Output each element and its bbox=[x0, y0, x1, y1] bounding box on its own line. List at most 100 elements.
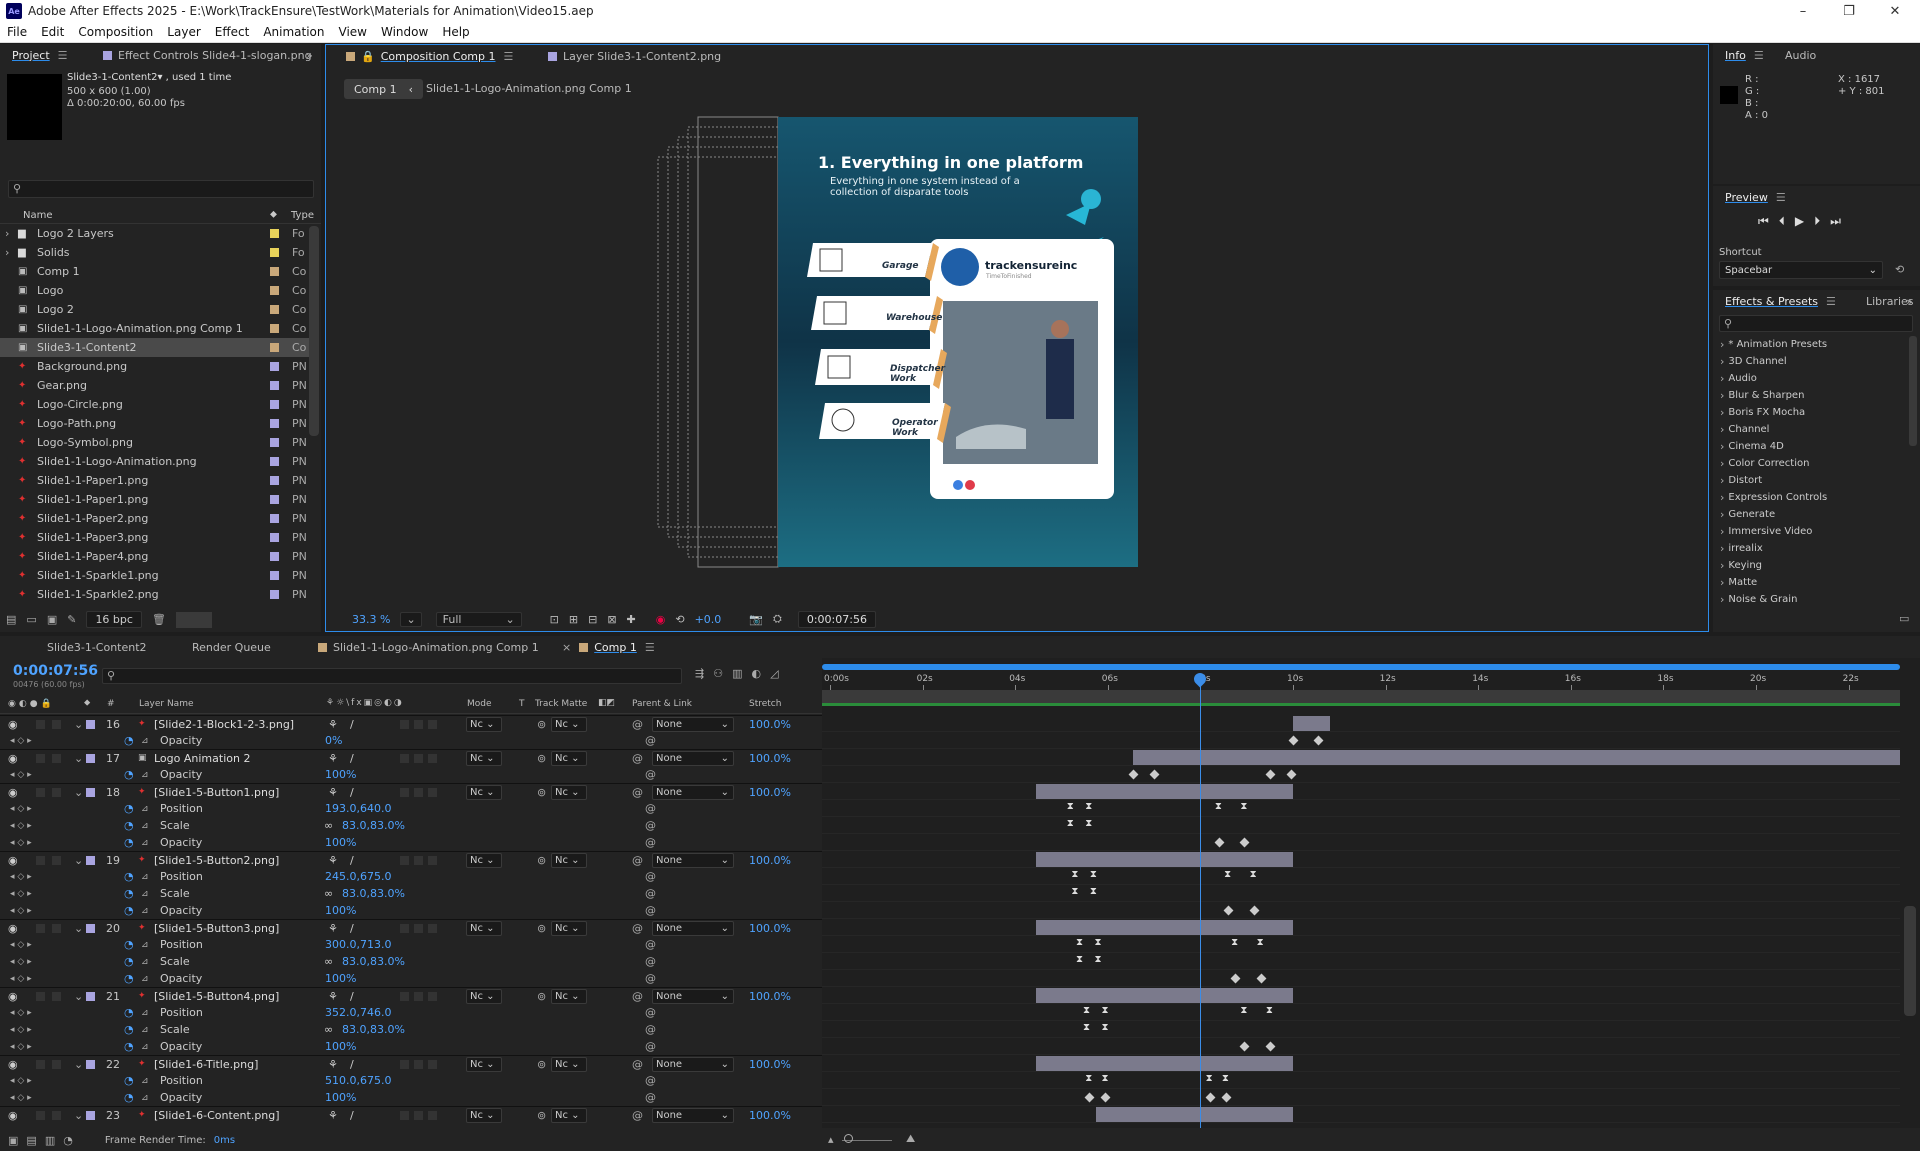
keyframe-nav-icon[interactable]: ◂ ◇ ▸ bbox=[10, 889, 32, 899]
keyframe-easy-ease[interactable]: ⧗ bbox=[1085, 801, 1092, 812]
render-icon[interactable]: ▣ bbox=[8, 1134, 18, 1147]
lock-box[interactable] bbox=[52, 787, 61, 797]
keyframe-easy-ease[interactable]: ⧗ bbox=[1071, 886, 1078, 897]
project-item[interactable]: ▣ Logo Co bbox=[0, 281, 309, 300]
expression-pickwhip-icon[interactable]: @ bbox=[645, 938, 656, 951]
tab-effect-controls[interactable]: Effect Controls Slide4-1-slogan.png bbox=[103, 44, 312, 66]
layer-duration-bar[interactable] bbox=[1293, 716, 1331, 731]
switch-box[interactable] bbox=[400, 855, 409, 865]
switch-box[interactable] bbox=[400, 991, 409, 1001]
pickwhip-icon[interactable]: @ bbox=[632, 786, 643, 799]
eye-icon[interactable]: ◉ bbox=[8, 718, 18, 731]
keyframe-easy-ease[interactable]: ⧗ bbox=[1067, 818, 1074, 829]
comp-flowchart-icon[interactable]: ⇶ bbox=[695, 667, 704, 680]
solo-box[interactable] bbox=[36, 991, 45, 1001]
keyframe-nav-icon[interactable]: ◂ ◇ ▸ bbox=[10, 974, 32, 984]
expression-pickwhip-icon[interactable]: @ bbox=[645, 972, 656, 985]
keyframe-diamond[interactable] bbox=[1230, 973, 1241, 984]
effect-category[interactable]: › Keying bbox=[1717, 557, 1762, 574]
switch-box[interactable] bbox=[428, 787, 437, 797]
keyframe-nav-icon[interactable]: ◂ ◇ ▸ bbox=[10, 906, 32, 916]
switch-box[interactable] bbox=[428, 1110, 437, 1120]
effect-category[interactable]: › Cinema 4D bbox=[1717, 438, 1784, 455]
keyframe-easy-ease[interactable]: ⧗ bbox=[1076, 937, 1083, 948]
solo-box[interactable] bbox=[36, 1059, 45, 1069]
stopwatch-icon[interactable]: ◔ bbox=[124, 904, 134, 917]
keyframe-easy-ease[interactable]: ⧗ bbox=[1101, 1022, 1108, 1033]
time-graph[interactable]: 0:00s02s04s06s08s10s12s14s16s18s20s22s ⧗… bbox=[822, 658, 1920, 1128]
keyframe-diamond[interactable] bbox=[1249, 905, 1260, 916]
motion-blur-icon[interactable]: ◐ bbox=[752, 667, 762, 680]
keyframe-diamond[interactable] bbox=[1128, 769, 1139, 780]
keyframe-nav-icon[interactable]: ◂ ◇ ▸ bbox=[10, 1042, 32, 1052]
property-row[interactable]: ◂ ◇ ▸ ◔ ⊿ Scale ∞ 83.0,83.0% @ bbox=[0, 953, 822, 970]
toggle-switches-icon[interactable]: ▤ bbox=[26, 1134, 36, 1147]
stretch-value[interactable]: 100.0% bbox=[749, 752, 791, 765]
property-value[interactable]: 300.0,713.0 bbox=[325, 938, 391, 951]
transparency-grid-icon[interactable]: ⊞ bbox=[569, 613, 578, 626]
zoom-out-icon[interactable]: ▴ bbox=[828, 1133, 834, 1146]
effect-category[interactable]: › Noise & Grain bbox=[1717, 591, 1797, 606]
timeline-tab[interactable]: Slide1-1-Logo-Animation.png Comp 1 bbox=[318, 636, 539, 658]
switch-box[interactable] bbox=[414, 923, 423, 933]
stopwatch-icon[interactable]: ◔ bbox=[124, 870, 134, 883]
label-swatch[interactable] bbox=[270, 552, 279, 561]
label-swatch[interactable] bbox=[86, 754, 95, 763]
first-frame-icon[interactable]: ⏮ bbox=[1758, 214, 1769, 229]
effect-category[interactable]: › Audio bbox=[1717, 370, 1757, 387]
layer-duration-bar[interactable] bbox=[1036, 1056, 1293, 1071]
effect-category[interactable]: › Expression Controls bbox=[1717, 489, 1827, 506]
label-swatch[interactable] bbox=[86, 788, 95, 797]
expand-icon[interactable]: › bbox=[1720, 406, 1724, 419]
pickwhip-icon[interactable]: @ bbox=[632, 922, 643, 935]
switch-box[interactable] bbox=[428, 855, 437, 865]
tab-info[interactable]: Info ☰ bbox=[1725, 44, 1764, 66]
pickwhip-icon[interactable]: @ bbox=[632, 718, 643, 731]
next-frame-icon[interactable]: ⏵ bbox=[1814, 214, 1820, 229]
mask-icon[interactable]: ⊟ bbox=[588, 613, 597, 626]
label-swatch[interactable] bbox=[270, 248, 279, 257]
guides-icon[interactable]: ⊠ bbox=[607, 613, 616, 626]
keyframe-diamond[interactable] bbox=[1084, 1092, 1095, 1103]
collapse-icon[interactable]: ⌄ bbox=[74, 854, 83, 867]
parent-dropdown[interactable]: None ⌄ bbox=[652, 853, 734, 868]
switch-box[interactable] bbox=[414, 787, 423, 797]
layer-row[interactable]: ◉ ⌄ 19 ✦ [Slide1-5-Button2.png] ⚘ / Nc ⌄ ⊚ Nc ⌄ @ N… bbox=[0, 851, 822, 868]
solo-box[interactable] bbox=[36, 855, 45, 865]
graph-icon[interactable]: ⊿ bbox=[141, 872, 149, 882]
timeline-tab[interactable]: × Comp 1 ☰ bbox=[562, 636, 655, 658]
keyframe-nav-icon[interactable]: ◂ ◇ ▸ bbox=[10, 940, 32, 950]
switch-box[interactable] bbox=[414, 753, 423, 763]
graph-icon[interactable]: ⊿ bbox=[141, 974, 149, 984]
menu-animation[interactable]: Animation bbox=[256, 25, 331, 39]
keyframe-nav-icon[interactable]: ◂ ◇ ▸ bbox=[10, 770, 32, 780]
label-swatch[interactable] bbox=[86, 1111, 95, 1120]
timeline-tab[interactable]: Slide3-1-Content2 bbox=[32, 636, 147, 658]
project-item[interactable]: ✦ Slide1-1-Paper2.png PN bbox=[0, 509, 309, 528]
quality-switch-icon[interactable]: / bbox=[350, 854, 354, 867]
playhead[interactable] bbox=[1191, 670, 1209, 1128]
expand-icon[interactable]: › bbox=[1720, 542, 1724, 555]
graph-icon[interactable]: ⊿ bbox=[141, 804, 149, 814]
layer-name[interactable]: [Slide1-5-Button4.png] bbox=[154, 990, 279, 1003]
menu-effect[interactable]: Effect bbox=[208, 25, 257, 39]
collapse-icon[interactable]: ⌄ bbox=[74, 990, 83, 1003]
property-value[interactable]: 83.0,83.0% bbox=[342, 1023, 405, 1036]
quality-switch-icon[interactable]: / bbox=[350, 752, 354, 765]
layer-row[interactable]: ◉ ⌄ 20 ✦ [Slide1-5-Button3.png] ⚘ / Nc ⌄ ⊚ Nc ⌄ @ N… bbox=[0, 919, 822, 936]
switch-box[interactable] bbox=[400, 787, 409, 797]
maximize-button[interactable]: ❐ bbox=[1826, 0, 1872, 22]
expand-icon[interactable]: › bbox=[1720, 372, 1724, 385]
effect-category[interactable]: › Generate bbox=[1717, 506, 1775, 523]
layer-name[interactable]: [Slide1-6-Title.png] bbox=[154, 1058, 258, 1071]
switch-box[interactable] bbox=[400, 719, 409, 729]
col-num[interactable]: # bbox=[107, 699, 115, 709]
shy-switch-icon[interactable]: ⚘ bbox=[328, 990, 338, 1003]
keyframe-diamond[interactable] bbox=[1223, 905, 1234, 916]
speed-icon[interactable]: ◔ bbox=[63, 1134, 73, 1147]
expand-icon[interactable]: › bbox=[1720, 457, 1724, 470]
expand-icon[interactable]: › bbox=[5, 227, 9, 240]
lock-box[interactable] bbox=[52, 753, 61, 763]
keyframe-easy-ease[interactable]: ⧗ bbox=[1240, 801, 1247, 812]
property-row[interactable]: ◂ ◇ ▸ ◔ ⊿ Position 193.0,640.0 @ bbox=[0, 800, 822, 817]
